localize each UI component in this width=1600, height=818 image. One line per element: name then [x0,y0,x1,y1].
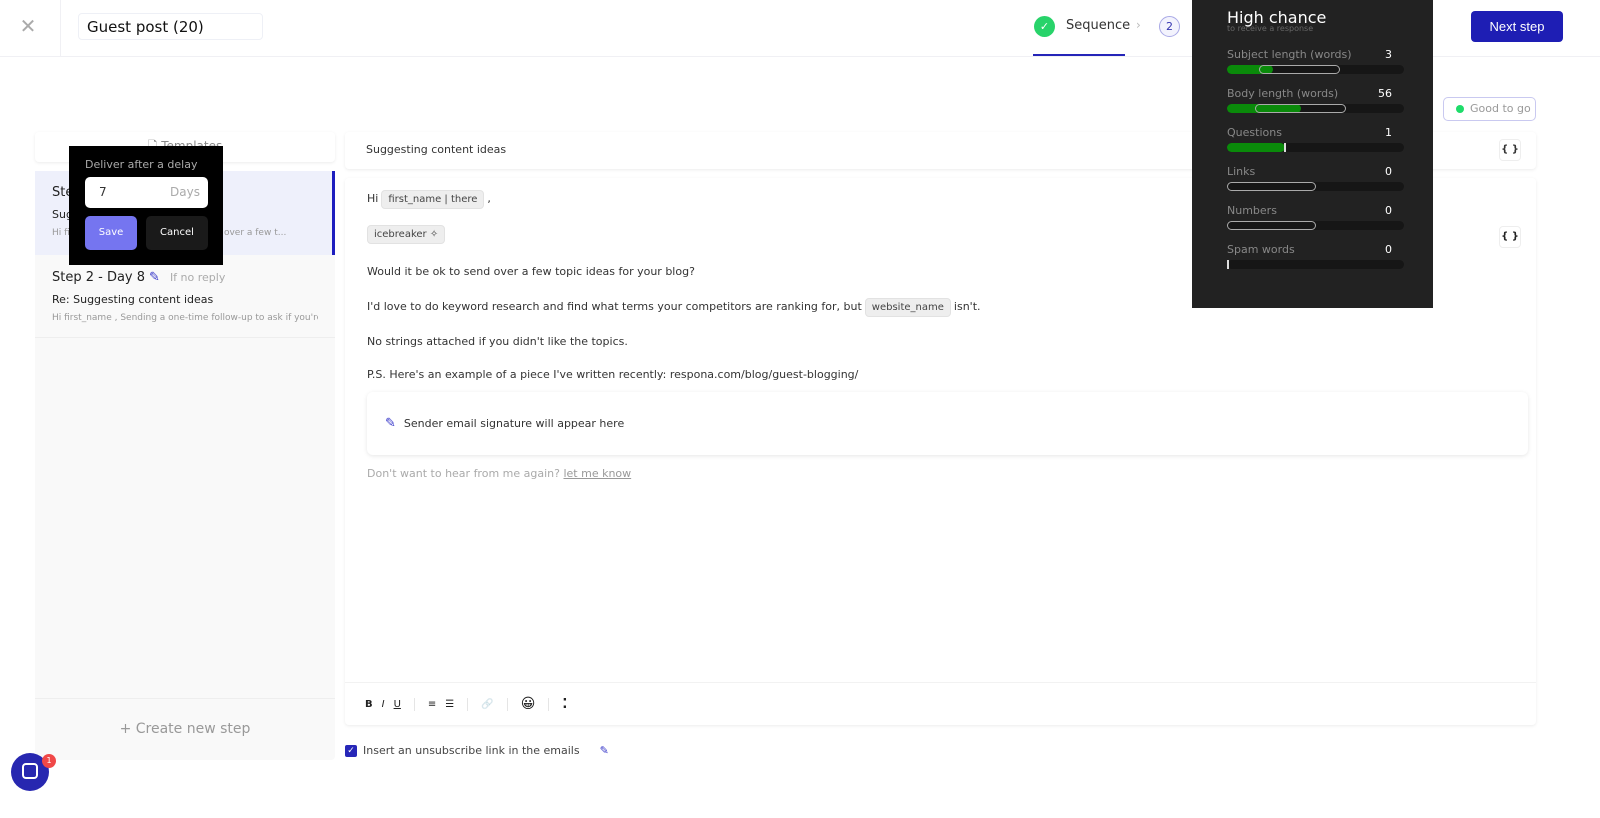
ordered-list-icon[interactable]: ≡ [428,699,436,710]
delay-label: Deliver after a delay [85,158,198,171]
close-icon[interactable]: ✕ [18,14,38,38]
metric-recommended-range [1255,104,1346,113]
metric-name: Subject length (words) [1227,48,1352,61]
variable-tag[interactable]: first_name | there [381,190,485,209]
metric-name: Numbers [1227,204,1277,217]
metric-row: Links 0 [1227,165,1404,191]
active-tab-indicator [1033,54,1125,56]
metric-value: 56 [1378,87,1392,100]
underline-button[interactable]: U [394,699,401,710]
save-button[interactable]: Save [85,216,137,250]
unsubscribe-option[interactable]: ✓ Insert an unsubscribe link in the email… [345,744,609,757]
metric-row: Spam words 0 [1227,243,1404,269]
metric-value: 0 [1385,204,1392,217]
tab-step-2[interactable]: 2 [1159,16,1180,37]
metric-row: Numbers 0 [1227,204,1404,230]
campaign-title-input[interactable]: Guest post (20) [78,13,263,40]
bold-button[interactable]: B [365,699,373,710]
metric-row: Questions 1 [1227,126,1404,152]
metric-bar [1227,143,1404,152]
unsubscribe-link[interactable]: let me know [563,467,631,480]
status-badge[interactable]: Good to go [1443,97,1536,121]
variables-button[interactable]: { } [1499,226,1521,248]
icebreaker-tag[interactable]: icebreaker ✧ [367,225,446,244]
metric-recommended-range [1258,65,1341,74]
cancel-button[interactable]: Cancel [146,216,208,250]
tab-sequence[interactable]: Sequence [1066,18,1130,33]
score-panel: High chance to receive a response Subjec… [1192,0,1433,308]
metric-marker [1227,260,1229,269]
link-icon[interactable]: 🔗 [481,699,493,710]
metric-value: 0 [1385,165,1392,178]
metric-value: 0 [1385,243,1392,256]
edit-pen-icon[interactable]: ✎ [149,270,160,285]
delay-unit: Days [170,185,200,199]
more-icon[interactable]: ⁚ [562,697,567,712]
unsubscribe-checkbox[interactable]: ✓ [345,744,357,757]
metric-name: Questions [1227,126,1282,139]
step-title: Step 2 - Day 8 [52,270,146,285]
emoji-icon[interactable]: 😀 [521,696,536,712]
variables-button[interactable]: { } [1499,139,1521,161]
formatting-toolbar: B I U ≡ ☰ 🔗 😀 ⁚ [345,682,1536,725]
body-line: isn't. [953,300,981,313]
metric-bar [1227,65,1404,74]
variable-tag[interactable]: website_name [864,298,951,317]
notification-badge: 1 [42,754,56,768]
step-condition: If no reply [169,271,226,284]
metric-name: Body length (words) [1227,87,1339,100]
metric-bar [1227,182,1404,191]
metric-recommended-range [1227,182,1316,191]
delay-value: 7 [99,185,107,199]
step-item-2[interactable]: Step 2 - Day 8 ✎ If no reply Re: Suggestin… [35,262,335,338]
body-line: No strings attached if you didn't like t… [367,335,628,348]
edit-pen-icon[interactable]: ✎ [600,744,609,757]
body-line: P.S. Here's an example of a piece I've w… [367,368,859,381]
step-subject: Re: Suggesting content ideas [52,293,214,306]
unsubscribe-option-label: Insert an unsubscribe link in the emails [363,744,580,757]
check-icon: ✓ [1034,16,1055,37]
metric-bar [1227,104,1404,113]
divider [60,0,61,57]
metric-recommended-range [1227,221,1316,230]
metric-value: 3 [1385,48,1392,61]
metric-bar [1227,260,1404,269]
metric-name: Links [1227,165,1256,178]
signature-placeholder: ✎ Sender email signature will appear here [367,392,1528,455]
unsubscribe-text: Don't want to hear from me again? [367,467,560,480]
delay-days-input[interactable]: 7 Days [85,177,208,208]
comma: , [487,192,491,205]
next-step-button[interactable]: Next step [1471,11,1563,42]
metric-row: Body length (words) 56 [1227,87,1404,113]
chevron-right-icon: › [1136,18,1141,32]
create-new-step-button[interactable]: + Create new step [35,698,335,760]
chat-icon [22,763,38,779]
signature-text: Sender email signature will appear here [403,417,625,430]
metric-marker [1284,143,1287,152]
metric-value: 1 [1385,126,1392,139]
step-preview: Hi first_name , Sending a one-time follo… [52,313,318,323]
score-subtitle: to receive a response [1227,24,1314,33]
italic-button[interactable]: I [382,699,385,710]
greeting-text: Hi [367,192,379,205]
signature-edit-icon: ✎ [385,416,396,431]
body-line: Would it be ok to send over a few topic … [367,265,695,278]
body-line: I'd love to do keyword research and find… [367,300,862,313]
status-dot-icon [1456,105,1464,113]
metric-bar-fill [1227,143,1286,152]
delay-popup: Deliver after a delay 7 Days Save Cancel [69,146,223,265]
bullet-list-icon[interactable]: ☰ [445,699,454,710]
metric-bar [1227,221,1404,230]
metric-name: Spam words [1227,243,1295,256]
metric-row: Subject length (words) 3 [1227,48,1404,74]
subject-text: Suggesting content ideas [366,143,507,156]
status-label: Good to go [1470,102,1531,115]
